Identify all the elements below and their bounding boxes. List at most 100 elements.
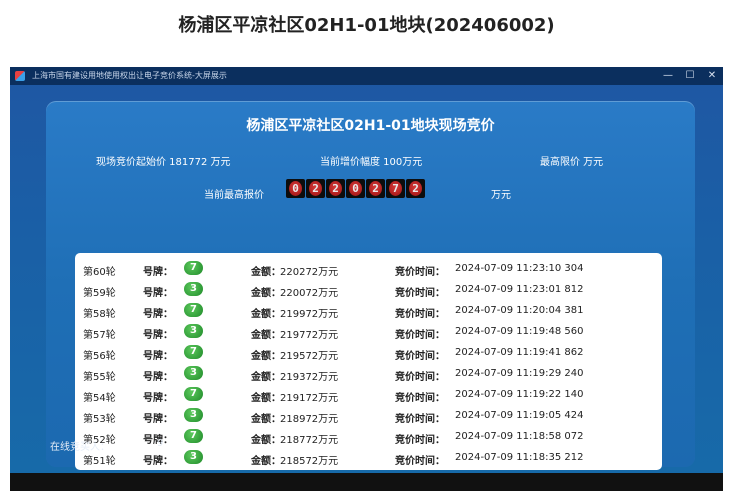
amount-label: 金额： [251,267,281,278]
bid-time: 2024-07-09 11:19:29 240 [455,368,584,379]
bid-digit: 0 [286,179,305,198]
amount-value: 220272万元 [280,267,339,278]
time-label: 竞价时间： [395,414,445,425]
panel-title: 杨浦区平凉社区02H1-01地块现场竞价 [246,118,495,134]
price-ceiling: 最高限价 万元 [540,157,604,168]
bid-digit: 0 [346,179,365,198]
amount-label: 金额： [251,456,281,467]
table-row: 第55轮 号牌： 3 金额： 219372万元 竞价时间： 2024-07-09… [75,363,662,384]
amount-label: 金额： [251,414,281,425]
amount-value: 219372万元 [280,372,339,383]
round-number: 第55轮 [83,372,116,383]
window-titlebar: 上海市国有建设用地使用权出让电子竞价系统-大屏展示 — ☐ ✕ [10,67,723,85]
bid-time: 2024-07-09 11:23:10 304 [455,263,584,274]
bid-time: 2024-07-09 11:19:22 140 [455,389,584,400]
plate-label: 号牌： [143,309,173,320]
plate-label: 号牌： [143,372,173,383]
auction-panel: 杨浦区平凉社区02H1-01地块现场竞价 现场竞价起始价 181772 万元 当… [46,101,695,470]
plate-badge: 3 [184,324,203,338]
window-title: 上海市国有建设用地使用权出让电子竞价系统-大屏展示 [32,71,227,80]
current-bid-unit: 万元 [491,190,511,201]
table-row: 第60轮 号牌： 7 金额： 220272万元 竞价时间： 2024-07-09… [75,258,662,279]
plate-badge: 3 [184,450,203,464]
round-number: 第54轮 [83,393,116,404]
close-button[interactable]: ✕ [699,67,725,85]
bid-time: 2024-07-09 11:19:48 560 [455,326,584,337]
plate-badge: 7 [184,429,203,443]
plate-label: 号牌： [143,330,173,341]
page-title: 杨浦区平凉社区02H1-01地块(202406002) [178,15,555,36]
round-number: 第59轮 [83,288,116,299]
plate-label: 号牌： [143,414,173,425]
start-price: 现场竞价起始价 181772 万元 [96,157,231,168]
plate-badge: 3 [184,366,203,380]
amount-label: 金额： [251,288,281,299]
amount-label: 金额： [251,372,281,383]
plate-label: 号牌： [143,393,173,404]
app-window: 上海市国有建设用地使用权出让电子竞价系统-大屏展示 — ☐ ✕ 杨浦区平凉社区0… [10,67,723,473]
round-number: 第51轮 [83,456,116,467]
amount-value: 219772万元 [280,330,339,341]
round-number: 第58轮 [83,309,116,320]
time-label: 竞价时间： [395,435,445,446]
table-row: 第53轮 号牌： 3 金额： 218972万元 竞价时间： 2024-07-09… [75,405,662,426]
round-number: 第60轮 [83,267,116,278]
table-row: 第59轮 号牌： 3 金额： 220072万元 竞价时间： 2024-07-09… [75,279,662,300]
bid-time: 2024-07-09 11:20:04 381 [455,305,584,316]
amount-label: 金额： [251,435,281,446]
table-row: 第51轮 号牌： 3 金额： 218572万元 竞价时间： 2024-07-09… [75,447,662,468]
amount-value: 218572万元 [280,456,339,467]
round-number: 第57轮 [83,330,116,341]
plate-label: 号牌： [143,288,173,299]
plate-badge: 7 [184,303,203,317]
plate-badge: 7 [184,261,203,275]
amount-value: 219172万元 [280,393,339,404]
plate-label: 号牌： [143,456,173,467]
online-bidders: 在线竞买人： 9 [50,438,163,453]
time-label: 竞价时间： [395,330,445,341]
bid-digit: 2 [366,179,385,198]
round-number: 第56轮 [83,351,116,362]
time-label: 竞价时间： [395,309,445,320]
time-label: 竞价时间： [395,351,445,362]
online-bidders-count: 9 [157,438,164,449]
time-label: 竞价时间： [395,393,445,404]
taskbar [10,473,723,491]
amount-label: 金额： [251,330,281,341]
bid-time: 2024-07-09 11:19:05 424 [455,410,584,421]
amount-value: 219972万元 [280,309,339,320]
bid-digit: 2 [406,179,425,198]
time-label: 竞价时间： [395,267,445,278]
time-label: 竞价时间： [395,372,445,383]
plate-badge: 3 [184,282,203,296]
plate-label: 号牌： [143,267,173,278]
table-row: 第57轮 号牌： 3 金额： 219772万元 竞价时间： 2024-07-09… [75,321,662,342]
online-bidders-label: 在线竞买人： [50,442,110,453]
time-label: 竞价时间： [395,288,445,299]
current-bid-label: 当前最高报价 [204,190,264,201]
bid-time: 2024-07-09 11:18:58 072 [455,431,584,442]
app-logo-icon [15,71,25,81]
bid-time: 2024-07-09 11:23:01 812 [455,284,584,295]
round-number: 第53轮 [83,414,116,425]
bid-digit: 2 [326,179,345,198]
amount-value: 218972万元 [280,414,339,425]
table-row: 第56轮 号牌： 7 金额： 219572万元 竞价时间： 2024-07-09… [75,342,662,363]
current-bid-display: 0 2 2 0 2 7 2 [286,179,425,198]
bid-digit: 2 [306,179,325,198]
bid-time: 2024-07-09 11:19:41 862 [455,347,584,358]
table-row: 第54轮 号牌： 7 金额： 219172万元 竞价时间： 2024-07-09… [75,384,662,405]
current-increment: 当前增价幅度 100万元 [320,157,423,168]
amount-label: 金额： [251,309,281,320]
plate-badge: 3 [184,408,203,422]
amount-value: 220072万元 [280,288,339,299]
plate-label: 号牌： [143,351,173,362]
bid-time: 2024-07-09 11:18:35 212 [455,452,584,463]
table-row: 第58轮 号牌： 7 金额： 219972万元 竞价时间： 2024-07-09… [75,300,662,321]
amount-value: 218772万元 [280,435,339,446]
plate-badge: 7 [184,387,203,401]
plate-badge: 7 [184,345,203,359]
amount-label: 金额： [251,351,281,362]
time-label: 竞价时间： [395,456,445,467]
amount-label: 金额： [251,393,281,404]
